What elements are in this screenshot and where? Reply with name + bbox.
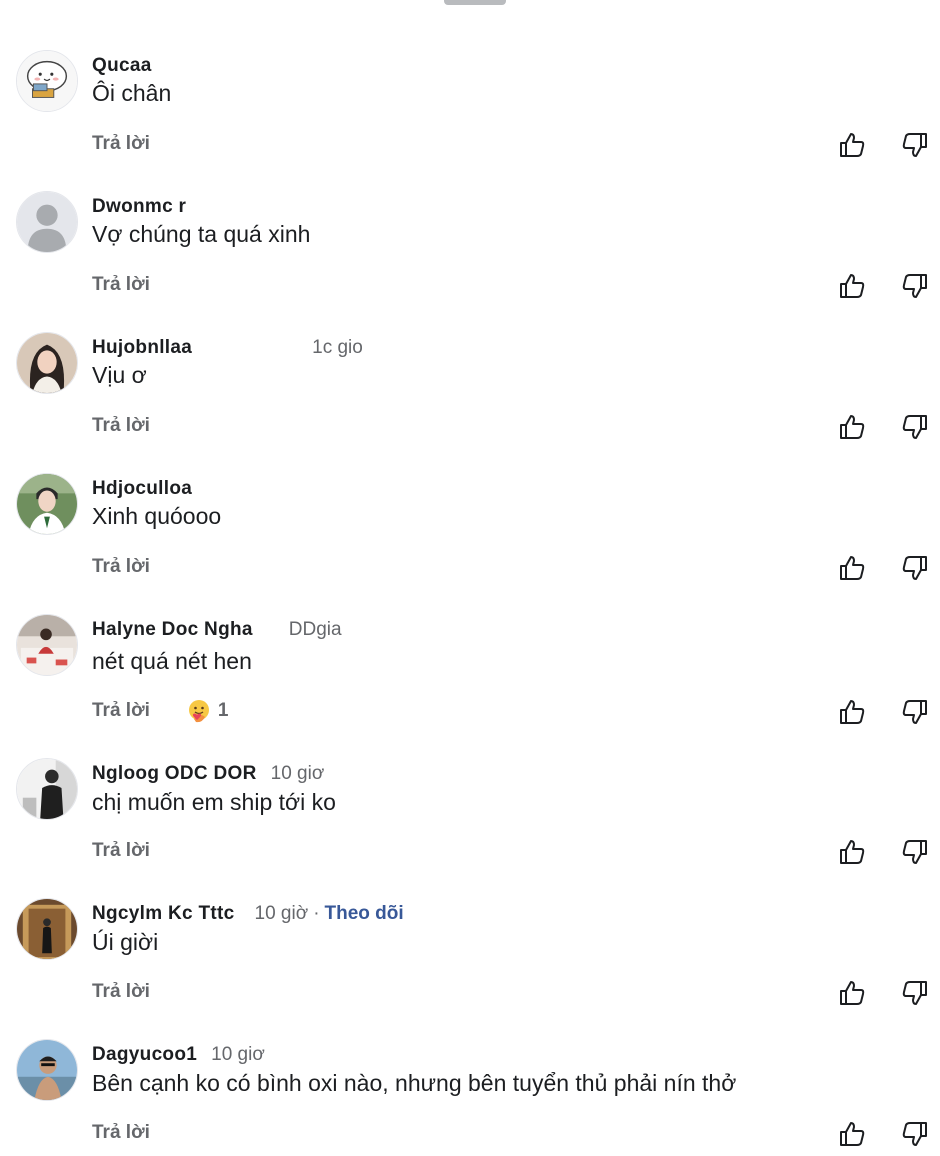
comment-item: Hujobnllaa 1c gio Vịu ơ Trả lời (0, 332, 940, 473)
thumbs-down-icon[interactable] (900, 978, 930, 1008)
comment-time: 10 giơ (211, 1044, 265, 1065)
comment-item: Ngcylm Kc Tttc 10 giờ · Theo dõi Úi giời… (0, 898, 940, 1039)
reply-button[interactable]: Trả lời (92, 700, 150, 722)
thumbs-up-icon[interactable] (837, 837, 867, 867)
avatar[interactable] (16, 191, 78, 253)
comment-author[interactable]: Ngcylm Kc Tttc (92, 903, 235, 925)
comment-item: Dagyucoo1 10 giơ Bên cạnh ko có bình oxi… (0, 1039, 940, 1156)
reply-button[interactable]: Trả lời (92, 1122, 150, 1144)
comment-time: 10 giơ (270, 763, 325, 784)
comment-text: nét quá nét hen (92, 648, 252, 674)
comment-author[interactable]: Qucaa (92, 55, 152, 77)
thumbs-down-icon[interactable] (900, 697, 930, 727)
photo-avatar-icon (17, 333, 77, 393)
comment-header: Ngcylm Kc Tttc 10 giờ · Theo dõi (92, 902, 404, 926)
sheet-drag-handle[interactable] (444, 0, 506, 5)
reaction-count: 1 (217, 700, 229, 721)
thumbs-up-icon[interactable] (837, 1119, 867, 1149)
avatar[interactable] (16, 50, 78, 112)
comment-header: Halyne Doc Ngha DDgia (92, 618, 342, 642)
comment-actions: Trả lời (92, 553, 150, 581)
comment-item: Ngloog ODC DOR 10 giơ chị muốn em ship t… (0, 758, 940, 899)
comment-header: Hujobnllaa 1c gio (92, 336, 363, 360)
photo-avatar-icon (17, 615, 77, 675)
comment-text: chị muốn em ship tới ko (92, 789, 336, 815)
comment-item: Qucaa Ôi chân Trả lời (0, 50, 940, 191)
thumbs-down-icon[interactable] (900, 130, 930, 160)
comment-text: Ôi chân (92, 80, 172, 106)
avatar[interactable] (16, 1039, 78, 1101)
comment-header: Dwonmc r (92, 195, 186, 219)
reply-button[interactable]: Trả lời (92, 415, 150, 437)
cartoon-avatar-icon (17, 51, 77, 111)
comment-actions: Trả lời (92, 1119, 150, 1147)
thumbs-up-icon[interactable] (837, 978, 867, 1008)
comment-author[interactable]: Dagyucoo1 (92, 1044, 197, 1066)
comment-text: Úi giời (92, 929, 159, 955)
photo-avatar-icon (17, 1040, 77, 1100)
care-reaction-icon (188, 700, 209, 723)
avatar[interactable] (16, 758, 78, 820)
thumbs-down-icon[interactable] (900, 412, 930, 442)
thumbs-up-icon[interactable] (837, 412, 867, 442)
avatar[interactable] (16, 898, 78, 960)
comment-text: Vịu ơ (92, 362, 147, 388)
reply-button[interactable]: Trả lời (92, 981, 150, 1003)
comment-actions: Trả lời (92, 130, 150, 158)
avatar[interactable] (16, 614, 78, 676)
comment-text: Vợ chúng ta quá xinh (92, 221, 311, 247)
default-avatar-icon (17, 192, 77, 252)
thumbs-up-icon[interactable] (837, 130, 867, 160)
thumbs-up-icon[interactable] (837, 697, 867, 727)
reply-button[interactable]: Trả lời (92, 556, 150, 578)
comment-author[interactable]: Ngloog ODC DOR (92, 763, 257, 785)
comment-time: 1c gio (312, 337, 363, 358)
comment-text: Xinh quóooo (92, 503, 222, 529)
comment-author[interactable]: Dwonmc r (92, 196, 186, 218)
photo-avatar-icon (17, 759, 77, 819)
comment-header: Ngloog ODC DOR 10 giơ (92, 762, 324, 786)
reaction-summary[interactable]: 1 (186, 698, 229, 724)
comment-author[interactable]: Hdjoculloa (92, 478, 192, 500)
separator-dot: · (313, 903, 320, 924)
thumbs-up-icon[interactable] (837, 271, 867, 301)
comment-actions: Trả lời (92, 978, 150, 1006)
comment-author[interactable]: Hujobnllaa (92, 337, 192, 359)
comment-actions: Trả lời (92, 837, 150, 865)
comment-actions: Trả lời (92, 412, 150, 440)
comment-actions: Trả lời 1 (92, 697, 228, 725)
avatar[interactable] (16, 332, 78, 394)
avatar[interactable] (16, 473, 78, 535)
comment-actions: Trả lời (92, 271, 150, 299)
thumbs-down-icon[interactable] (900, 271, 930, 301)
photo-avatar-icon (17, 474, 77, 534)
comment-text: Bên cạnh ko có bình oxi nào, nhưng bên t… (92, 1070, 737, 1096)
comment-item: Halyne Doc Ngha DDgia nét quá nét hen Tr… (0, 614, 940, 759)
comment-header: Dagyucoo1 10 giơ (92, 1043, 265, 1067)
thumbs-down-icon[interactable] (900, 837, 930, 867)
photo-avatar-icon (17, 899, 77, 959)
reply-button[interactable]: Trả lời (92, 133, 150, 155)
comment-item: Hdjoculloa Xinh quóooo Trả lời (0, 473, 940, 614)
reply-button[interactable]: Trả lời (92, 274, 150, 296)
comment-header: Qucaa (92, 54, 152, 78)
thumbs-down-icon[interactable] (900, 553, 930, 583)
comment-author[interactable]: Halyne Doc Ngha (92, 619, 253, 641)
reply-button[interactable]: Trả lời (92, 840, 150, 862)
comment-time: DDgia (288, 619, 342, 640)
comment-time: 10 giờ (254, 903, 309, 924)
follow-button[interactable]: Theo dõi (325, 903, 404, 925)
comment-header: Hdjoculloa (92, 477, 192, 501)
thumbs-down-icon[interactable] (900, 1119, 930, 1149)
thumbs-up-icon[interactable] (837, 553, 867, 583)
comment-item: Dwonmc r Vợ chúng ta quá xinh Trả lời (0, 191, 940, 332)
